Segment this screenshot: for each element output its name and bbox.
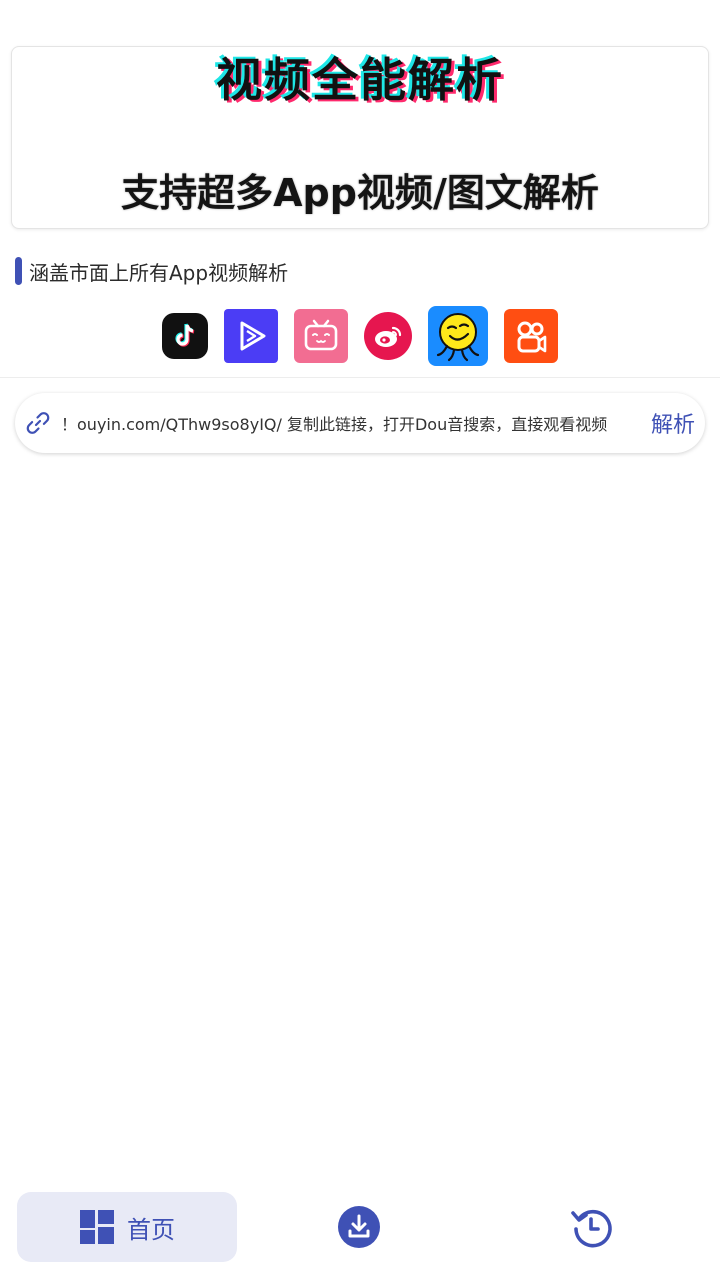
banner-title: 视频全能解析 — [216, 53, 504, 107]
supported-apps-row — [0, 305, 720, 367]
bilibili-icon[interactable] — [294, 309, 348, 363]
bottom-navigation: 首页 — [0, 1180, 720, 1280]
kuaishou-icon[interactable] — [504, 309, 558, 363]
video-play-icon[interactable] — [224, 309, 278, 363]
nav-home-label: 首页 — [127, 1215, 175, 1244]
nav-tab-downloads[interactable] — [336, 1204, 382, 1250]
history-icon — [571, 1209, 612, 1248]
banner[interactable]: 视频全能解析 支持超多App视频/图文解析 — [11, 46, 709, 229]
nav-tab-history[interactable] — [568, 1204, 614, 1250]
section-heading-text: 涵盖市面上所有App视频解析 — [29, 260, 289, 285]
link-input[interactable] — [61, 403, 643, 443]
banner-subtitle: 支持超多App视频/图文解析 — [121, 171, 599, 215]
nav-tab-home[interactable]: 首页 — [17, 1192, 237, 1262]
link-input-bar: 解析 — [15, 393, 705, 453]
weibo-icon[interactable] — [364, 312, 412, 360]
link-icon — [26, 412, 50, 434]
page: 视频全能解析 支持超多App视频/图文解析 涵盖市面上所有App视频解析 ouy… — [0, 0, 720, 1280]
section-divider — [0, 377, 720, 378]
download-icon — [338, 1206, 380, 1248]
parse-button[interactable]: 解析 — [651, 407, 695, 439]
section-accent-bar — [15, 257, 22, 285]
douyin-icon[interactable] — [162, 313, 208, 359]
section-heading: 涵盖市面上所有App视频解析 — [15, 256, 288, 286]
dashboard-icon — [80, 1210, 114, 1244]
pipixia-icon[interactable] — [428, 306, 488, 366]
